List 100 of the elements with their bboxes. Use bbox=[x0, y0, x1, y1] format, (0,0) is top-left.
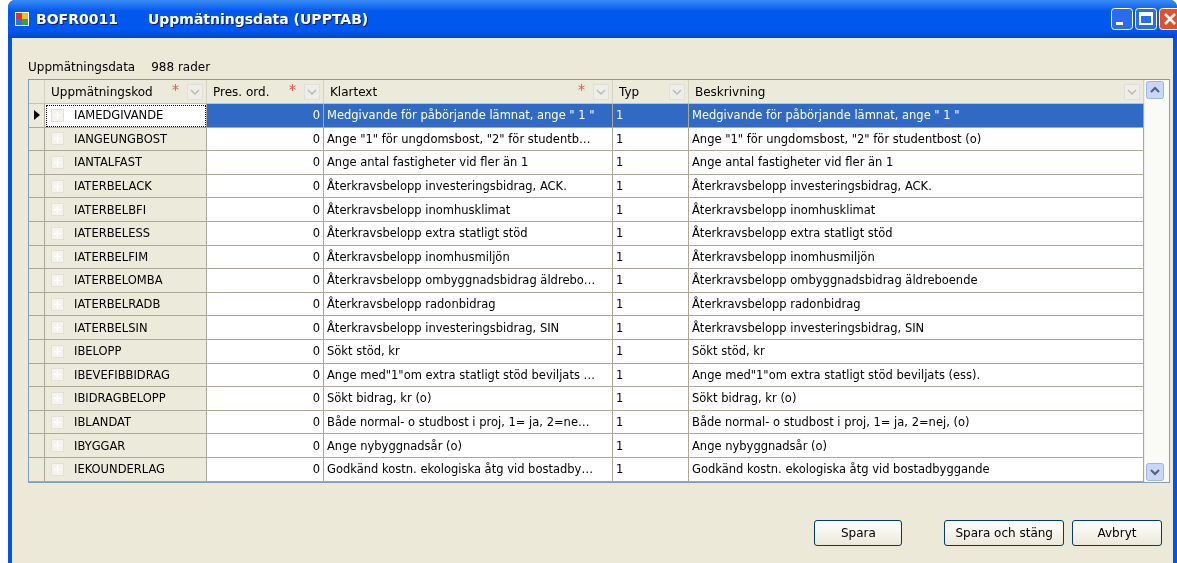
table-cell: Ange antal fastigheter vid fler än 1 bbox=[692, 155, 894, 170]
table-cell: IATERBELRADB bbox=[74, 297, 161, 312]
expand-icon[interactable] bbox=[51, 462, 64, 476]
table-cell: 0 bbox=[312, 438, 320, 453]
scroll-down-icon[interactable] bbox=[1146, 462, 1164, 481]
table-cell: 0 bbox=[312, 179, 320, 194]
table-cell: IBLANDAT bbox=[74, 415, 132, 429]
table-cell: 1 bbox=[616, 462, 624, 477]
minimize-icon[interactable] bbox=[1111, 8, 1133, 30]
expand-icon[interactable] bbox=[51, 250, 64, 264]
table-cell: Återkravsbelopp radonbidrag bbox=[327, 297, 496, 312]
table-cell: 0 bbox=[312, 202, 320, 217]
column-header[interactable]: Beskrivning bbox=[695, 84, 1124, 99]
row-header[interactable] bbox=[29, 104, 45, 128]
save-button[interactable]: Spara bbox=[814, 519, 903, 546]
table-cell: 0 bbox=[312, 108, 320, 123]
table-cell: Ange med"1"om extra statligt stöd beviljats … bbox=[327, 367, 596, 382]
save-and-close-button[interactable]: Spara och stäng bbox=[944, 519, 1064, 546]
table-cell: Medgivande för påbörjande lämnat, ange " 1 " bbox=[327, 108, 595, 123]
table-cell: Återkravsbelopp extra statligt stöd bbox=[327, 226, 528, 241]
table-cell: IATERBELFIM bbox=[74, 249, 149, 264]
table-cell: 1 bbox=[616, 131, 624, 146]
expand-icon[interactable] bbox=[51, 321, 64, 335]
table-cell: Både normal- o studbost i proj, 1= ja, 2=ne… bbox=[327, 415, 590, 429]
table-cell: Godkänd kostn. ekologiska åtg vid bostadby… bbox=[327, 462, 593, 477]
table-cell: IATERBELSIN bbox=[74, 320, 148, 335]
expand-icon[interactable] bbox=[51, 203, 64, 217]
filter-dropdown-icon[interactable] bbox=[1124, 83, 1140, 100]
table-cell: IATERBELESS bbox=[74, 226, 151, 241]
expand-icon[interactable] bbox=[51, 156, 64, 169]
expand-icon[interactable] bbox=[51, 391, 64, 405]
expand-icon[interactable] bbox=[51, 368, 64, 382]
column-header[interactable]: Uppmätningskod bbox=[51, 84, 172, 99]
table-cell: Återkravsbelopp investeringsbidrag, ACK. bbox=[692, 179, 932, 194]
table-cell: Återkravsbelopp inomhusklimat bbox=[692, 202, 876, 217]
table-cell: 1 bbox=[616, 249, 624, 264]
table-cell: IBIDRAGBELOPP bbox=[74, 391, 166, 406]
table-cell: Ange "1" för ungdomsbost, "2" för studentb… bbox=[327, 131, 591, 146]
table-cell: IATERBELACK bbox=[74, 179, 152, 194]
table-cell: 0 bbox=[312, 249, 320, 264]
table-cell: 1 bbox=[616, 155, 624, 170]
column-header[interactable]: Pres. ord. bbox=[213, 84, 289, 99]
expand-icon[interactable] bbox=[51, 297, 64, 311]
table-cell: IANGEUNGBOST bbox=[74, 131, 168, 146]
scroll-up-icon[interactable] bbox=[1146, 81, 1164, 99]
expand-icon[interactable] bbox=[51, 415, 64, 429]
row-count: 988 rader bbox=[151, 60, 211, 74]
table-cell: 1 bbox=[616, 344, 624, 359]
table-cell: 1 bbox=[616, 226, 624, 241]
table-cell: 1 bbox=[616, 415, 624, 429]
table-cell: Ange antal fastigheter vid fler än 1 bbox=[327, 155, 529, 170]
table-cell: 0 bbox=[312, 155, 320, 170]
table-cell: Återkravsbelopp extra statligt stöd bbox=[692, 226, 893, 241]
table-cell: 1 bbox=[616, 273, 624, 288]
expand-icon[interactable] bbox=[51, 226, 64, 240]
table-cell: 0 bbox=[312, 415, 320, 429]
table-cell: Återkravsbelopp investeringsbidrag, SIN bbox=[327, 320, 560, 335]
grid-label: Uppmätningsdata bbox=[28, 60, 136, 74]
expand-icon[interactable] bbox=[51, 179, 64, 193]
filter-dropdown-icon[interactable] bbox=[187, 83, 203, 100]
maximize-icon[interactable] bbox=[1135, 8, 1157, 30]
filter-dropdown-icon[interactable] bbox=[593, 83, 609, 100]
table-cell: 1 bbox=[616, 297, 624, 312]
expand-icon[interactable] bbox=[51, 132, 64, 146]
table-cell: Ange med"1"om extra statligt stöd beviljats (ess). bbox=[692, 367, 981, 382]
table-cell: IANTALFAST bbox=[74, 155, 143, 170]
filter-dropdown-icon[interactable] bbox=[669, 83, 685, 100]
table-cell: 0 bbox=[312, 273, 320, 288]
table-cell: 0 bbox=[312, 320, 320, 335]
table-cell: 1 bbox=[616, 108, 624, 123]
table-cell: 1 bbox=[616, 202, 624, 217]
table-cell: Sökt stöd, kr bbox=[327, 344, 400, 359]
column-header[interactable]: Klartext bbox=[330, 84, 578, 99]
table-cell: 0 bbox=[312, 462, 320, 477]
table-cell: Återkravsbelopp ombyggnadsbidrag äldrebo… bbox=[327, 273, 596, 288]
table-cell: Återkravsbelopp inomhusmiljön bbox=[692, 249, 875, 264]
table-cell: Sökt bidrag, kr (o) bbox=[692, 391, 797, 406]
expand-icon[interactable] bbox=[51, 439, 64, 453]
filter-dropdown-icon[interactable] bbox=[304, 83, 320, 100]
table-cell: 0 bbox=[312, 367, 320, 382]
table-cell: IATERBELBFI bbox=[74, 202, 147, 217]
expand-icon[interactable] bbox=[51, 273, 64, 287]
table-cell: 1 bbox=[616, 320, 624, 335]
table-cell: Återkravsbelopp inomhusmiljön bbox=[327, 249, 510, 264]
expand-icon[interactable] bbox=[51, 108, 64, 122]
table-cell: 1 bbox=[616, 391, 624, 406]
cancel-button[interactable]: Avbryt bbox=[1072, 519, 1162, 546]
table-cell: Återkravsbelopp radonbidrag bbox=[692, 297, 861, 312]
table-cell: 0 bbox=[312, 344, 320, 359]
table-cell: 1 bbox=[616, 367, 624, 382]
column-header[interactable]: Typ bbox=[619, 84, 669, 99]
window-title: Uppmätningsdata (UPPTAB) bbox=[147, 11, 369, 27]
table-cell: 0 bbox=[312, 297, 320, 312]
table-cell: Återkravsbelopp investeringsbidrag, ACK. bbox=[327, 179, 567, 194]
scrollbar[interactable] bbox=[1144, 80, 1169, 482]
table-cell: 0 bbox=[312, 226, 320, 241]
table-cell: IBELOPP bbox=[74, 344, 122, 359]
table-cell: Ange nybyggnadsår (o) bbox=[327, 438, 463, 453]
expand-icon[interactable] bbox=[51, 344, 64, 358]
close-icon[interactable] bbox=[1159, 8, 1177, 30]
